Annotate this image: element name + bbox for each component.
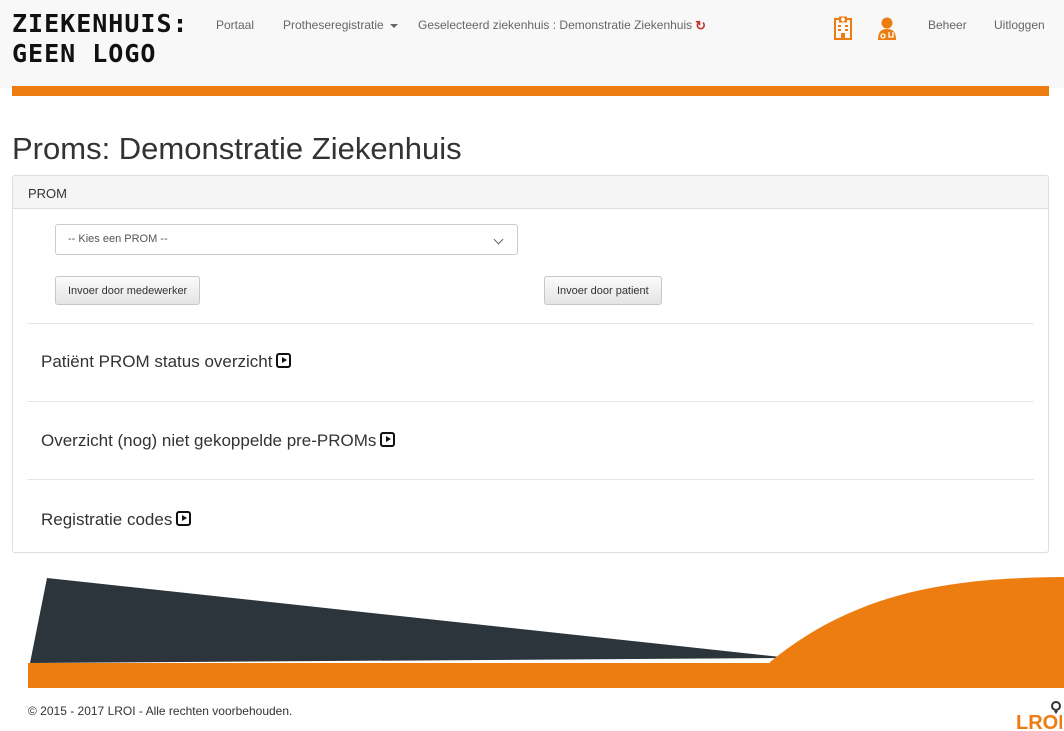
nav-protheseregistratie-label: Protheseregistratie	[283, 18, 384, 32]
expand-icon[interactable]	[276, 353, 292, 368]
panel-heading: PROM	[13, 176, 1048, 209]
chevron-down-icon	[493, 234, 504, 245]
prom-select[interactable]: -- Kies een PROM --	[55, 224, 518, 255]
refresh-icon[interactable]: ↻	[695, 18, 706, 34]
nav-beheer[interactable]: Beheer	[928, 18, 967, 32]
divider	[27, 479, 1034, 480]
logo-line-2: GEEN LOGO	[12, 39, 157, 68]
prom-select-value: -- Kies een PROM --	[68, 233, 168, 245]
caret-down-icon	[389, 23, 398, 28]
lroi-logo: LROI	[1016, 701, 1062, 731]
top-navbar: ZIEKENHUIS: GEEN LOGO Portaal Prothesere…	[0, 0, 1064, 88]
section-pre-proms-overzicht[interactable]: Overzicht (nog) niet gekoppelde pre-PROM…	[41, 431, 396, 451]
logo-line-1: ZIEKENHUIS:	[12, 9, 189, 38]
section-label: Overzicht (nog) niet gekoppelde pre-PROM…	[41, 431, 377, 450]
footer-decoration	[28, 577, 1064, 688]
nav-uitloggen[interactable]: Uitloggen	[994, 18, 1045, 32]
divider	[27, 323, 1034, 324]
copyright-text: © 2015 - 2017 LROI - Alle rechten voorbe…	[28, 704, 293, 718]
selected-hospital-label: Geselecteerd ziekenhuis : Demonstratie Z…	[418, 18, 693, 32]
section-prom-status-overzicht[interactable]: Patiënt PROM status overzicht	[41, 352, 292, 372]
lroi-logo-text: LROI	[1016, 712, 1062, 731]
hospital-icon[interactable]	[832, 16, 854, 40]
section-label: Patiënt PROM status overzicht	[41, 352, 273, 371]
hospital-logo[interactable]: ZIEKENHUIS: GEEN LOGO	[12, 9, 189, 69]
expand-icon[interactable]	[176, 511, 192, 526]
header-accent-bar	[12, 86, 1049, 96]
section-label: Registratie codes	[41, 510, 173, 529]
nav-selected-hospital[interactable]: Geselecteerd ziekenhuis : Demonstratie Z…	[418, 18, 706, 34]
invoer-patient-button[interactable]: Invoer door patient	[544, 276, 662, 305]
section-registratie-codes[interactable]: Registratie codes	[41, 510, 192, 530]
nav-portaal[interactable]: Portaal	[216, 18, 254, 32]
prom-panel: PROM -- Kies een PROM -- Invoer door med…	[12, 175, 1049, 553]
divider	[27, 401, 1034, 402]
page-title: Proms: Demonstratie Ziekenhuis	[12, 131, 462, 166]
nav-protheseregistratie-dropdown[interactable]: Protheseregistratie	[283, 18, 398, 32]
expand-icon[interactable]	[380, 432, 396, 447]
invoer-medewerker-button[interactable]: Invoer door medewerker	[55, 276, 201, 305]
doctor-icon[interactable]	[876, 16, 898, 40]
